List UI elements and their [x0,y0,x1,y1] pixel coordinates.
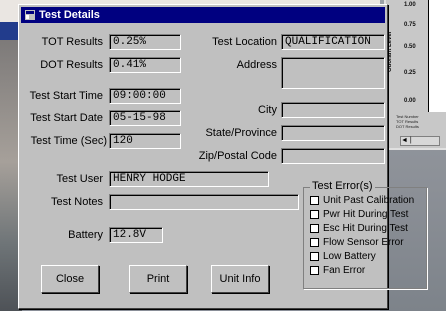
test-user-field[interactable]: HENRY HODGE [109,171,269,187]
test-notes-field[interactable] [109,194,299,210]
address-field[interactable] [281,57,385,89]
checkbox-box[interactable] [310,238,319,247]
error-checkbox-low-battery[interactable]: Low Battery [310,251,376,264]
checkbox-label: Esc Hit During Test [323,223,408,234]
print-button[interactable]: Print [129,265,187,293]
test-user-label: Test User [56,173,103,185]
zip-postal-code-label: Zip/Postal Code [198,150,277,162]
chart-tick-label: 0.50 [404,44,416,50]
checkbox-label: Flow Sensor Error [323,237,404,248]
dot-results-field[interactable]: 0.41% [109,57,181,73]
chart-tick-label: 0.00 [404,98,416,104]
scroll-left-arrow-icon[interactable]: ◄ [401,137,408,144]
background-chart-window: Odorant Level 1.00 0.75 0.50 0.25 0.00 T… [384,0,446,150]
test-start-date-label: Test Start Date [30,112,103,124]
test-errors-group-title: Test Error(s) [310,180,375,192]
dialog-title: Test Details [39,9,100,21]
checkbox-label: Pwr Hit During Test [323,209,409,220]
chart-legend-item: DOT Results [396,124,419,129]
test-time-label: Test Time (Sec) [30,135,107,147]
error-checkbox-unit-past-calibration[interactable]: Unit Past Calibration [310,195,414,208]
checkbox-label: Unit Past Calibration [323,195,415,206]
test-start-date-field[interactable]: 05-15-98 [109,110,181,126]
city-label: City [258,104,277,116]
city-field[interactable] [281,102,385,118]
test-location-label: Test Location [212,36,277,48]
test-errors-group: Test Error(s) Unit Past Calibration Pwr … [303,180,427,289]
chart-y-axis-label: Odorant Level [387,31,393,72]
chart-tick-label: 1.00 [404,2,416,8]
test-start-time-field[interactable]: 09:00:00 [109,88,181,104]
test-time-field[interactable]: 120 [109,133,181,149]
chart-tick-label: 0.25 [404,70,416,76]
battery-label: Battery [68,229,103,241]
error-checkbox-fan-error[interactable]: Fan Error [310,265,365,278]
unit-info-button[interactable]: Unit Info [211,265,269,293]
error-checkbox-esc-hit[interactable]: Esc Hit During Test [310,223,408,236]
test-location-field[interactable]: QUALIFICATION [281,34,385,50]
tot-results-field[interactable]: 0.25% [109,34,181,50]
checkbox-box[interactable] [310,266,319,275]
close-button[interactable]: Close [41,265,99,293]
error-checkbox-flow-sensor[interactable]: Flow Sensor Error [310,237,404,250]
scroll-thumb[interactable]: | [410,137,412,144]
checkbox-box[interactable] [310,224,319,233]
checkbox-box[interactable] [310,210,319,219]
zip-postal-code-field[interactable] [281,148,385,164]
checkbox-label: Low Battery [323,251,376,262]
tot-results-label: TOT Results [41,36,103,48]
window-icon [25,10,35,20]
test-details-dialog: Test Details TOT Results 0.25% DOT Resul… [18,4,427,309]
dot-results-label: DOT Results [40,59,103,71]
test-notes-label: Test Notes [51,196,103,208]
chart-legend: Test Number TOT Results DOT Results [396,114,419,129]
title-bar[interactable]: Test Details [21,7,385,23]
checkbox-label: Fan Error [323,265,366,276]
checkbox-box[interactable] [310,196,319,205]
battery-field[interactable]: 12.8V [109,227,163,243]
chart-tick-label: 0.75 [404,22,416,28]
test-start-time-label: Test Start Time [29,90,103,102]
address-label: Address [236,59,277,71]
chart-plot-area [428,0,446,112]
chart-scrollbar[interactable]: ◄ | [400,136,440,146]
checkbox-box[interactable] [310,252,319,261]
state-province-label: State/Province [205,127,277,139]
error-checkbox-pwr-hit[interactable]: Pwr Hit During Test [310,209,408,222]
state-province-field[interactable] [281,125,385,141]
